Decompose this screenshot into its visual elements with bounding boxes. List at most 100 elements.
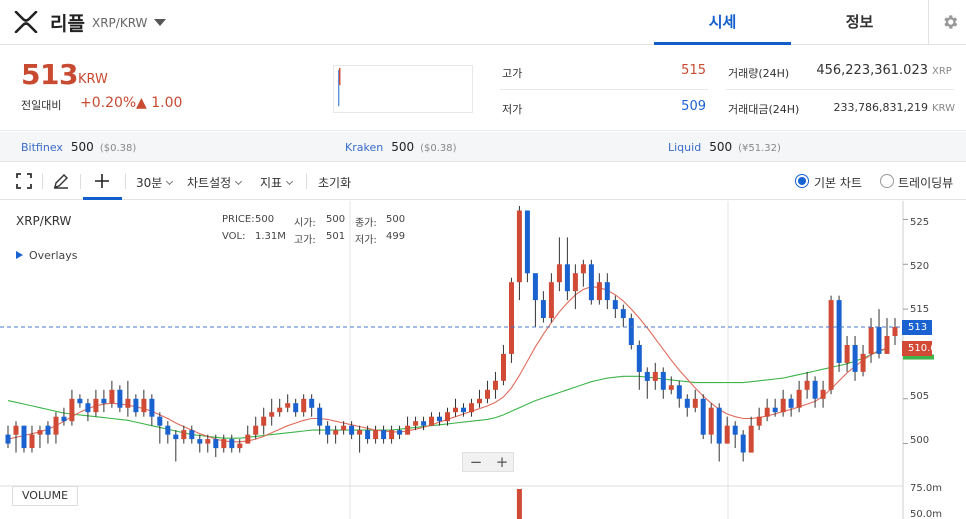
- candle-body: [125, 398, 131, 408]
- candle-body: [764, 407, 770, 417]
- change-amount: ▲ 1.00: [136, 95, 183, 111]
- interval-dropdown[interactable]: 30분: [136, 174, 174, 191]
- candle-body: [772, 407, 778, 413]
- candle-body: [884, 336, 890, 354]
- candle-body: [620, 309, 626, 319]
- stat-divider: [500, 89, 708, 90]
- candle-body: [437, 416, 442, 422]
- candle-body: [756, 416, 762, 426]
- candle-body: [716, 407, 722, 444]
- candle-body: [740, 434, 746, 453]
- candle-body: [21, 425, 27, 449]
- header-divider: [928, 0, 929, 45]
- ohlc-low-value: 499: [386, 231, 406, 242]
- current-price: 513: [21, 58, 78, 91]
- overlays-toggle[interactable]: Overlays: [16, 249, 78, 262]
- candle-body: [221, 439, 227, 449]
- candle-body: [421, 421, 427, 426]
- candle-body: [341, 425, 347, 431]
- volume-24h-value: 456,223,361.023: [816, 63, 928, 78]
- last-price-tag: 513: [902, 319, 932, 335]
- tradingview-radio[interactable]: [880, 174, 894, 188]
- xrp-logo-icon: [14, 11, 38, 33]
- candle-body: [532, 273, 538, 301]
- crosshair-icon[interactable]: [94, 173, 110, 189]
- zoom-out-button[interactable]: −: [463, 453, 489, 473]
- exchange-liquid[interactable]: Liquid 500 (¥51.32): [668, 140, 781, 154]
- candle-body: [732, 425, 738, 435]
- tab-info[interactable]: 정보: [791, 0, 928, 45]
- candle-body: [852, 345, 858, 372]
- exchange-kraken[interactable]: Kraken 500 ($0.38): [345, 140, 457, 154]
- candle-body: [237, 443, 243, 449]
- candle-body: [892, 327, 898, 336]
- candle-body: [245, 434, 251, 444]
- exchange-bitfinex[interactable]: Bitfinex 500 ($0.38): [21, 140, 136, 154]
- fullscreen-icon[interactable]: [16, 173, 32, 189]
- low-value: 509: [681, 99, 706, 114]
- candle-body: [277, 407, 283, 413]
- volume-tick-label: 50.0m: [910, 509, 943, 519]
- basic-chart-label[interactable]: 기본 차트: [814, 174, 862, 191]
- coin-pair[interactable]: XRP/KRW: [92, 16, 147, 30]
- candle-body: [453, 407, 458, 413]
- candle-body: [173, 434, 179, 440]
- reset-button[interactable]: 초기화: [318, 174, 351, 191]
- active-tool-indicator: [83, 197, 122, 200]
- candle-body: [181, 430, 187, 440]
- toolbar-divider: [125, 174, 126, 189]
- candle-body: [628, 318, 634, 345]
- candle-body: [708, 407, 714, 435]
- coin-name: 리플: [50, 13, 85, 35]
- price-panel: 513 KRW 전일대비 +0.20% ▲ 1.00 고가 515 저가 509…: [0, 45, 966, 131]
- candle-body: [405, 425, 411, 435]
- candle-body: [780, 398, 786, 413]
- candle-body: [692, 398, 698, 408]
- candle-body: [493, 380, 498, 390]
- candle-body: [37, 430, 43, 435]
- toolbar-divider: [80, 174, 81, 189]
- candle-body: [812, 380, 818, 399]
- candle-body: [596, 282, 602, 301]
- candle-body: [45, 425, 51, 435]
- y-tick-label: 515: [910, 304, 930, 315]
- candle-body: [644, 371, 650, 381]
- candle-body: [501, 353, 506, 381]
- candle-body: [580, 264, 586, 274]
- indicators-dropdown[interactable]: 지표: [260, 174, 294, 191]
- candle-body: [285, 403, 291, 408]
- candle-body: [165, 425, 171, 435]
- candle-body: [556, 264, 562, 283]
- candle-body: [524, 210, 530, 274]
- candle-body: [588, 264, 594, 301]
- candle-body: [149, 398, 155, 417]
- candle-body: [469, 403, 474, 413]
- gear-icon[interactable]: [941, 13, 959, 31]
- caret-down-icon[interactable]: [154, 19, 166, 26]
- high-label: 고가: [502, 67, 523, 80]
- volume-tick-label: 75.0m: [910, 483, 943, 494]
- candle-body: [445, 412, 450, 422]
- chevron-down-icon: [166, 177, 174, 186]
- zoom-in-button[interactable]: +: [489, 453, 515, 473]
- high-value: 515: [681, 63, 706, 78]
- ohlc-vol-value: 1.31M: [255, 231, 286, 242]
- candle-body: [860, 353, 866, 372]
- tab-price[interactable]: 시세: [654, 0, 791, 45]
- candle-body: [301, 398, 307, 413]
- candle-body: [700, 398, 706, 435]
- chart-settings-dropdown[interactable]: 차트설정: [187, 174, 243, 191]
- candle-body: [261, 416, 267, 426]
- candle-body: [85, 403, 91, 413]
- candle-body: [117, 389, 123, 408]
- exchange-prices-bar: Bitfinex 500 ($0.38) Kraken 500 ($0.38) Liqu…: [0, 132, 966, 162]
- candle-body: [804, 380, 810, 390]
- change-percent: +0.20%: [80, 95, 137, 111]
- candle-body: [325, 425, 331, 435]
- pencil-icon[interactable]: [53, 173, 69, 189]
- candle-body: [540, 300, 546, 318]
- price-chart[interactable]: XRP/KRW Overlays PRICE: 500 시가: 500 종가: …: [0, 201, 966, 519]
- tradingview-label[interactable]: 트레이딩뷰: [898, 174, 953, 191]
- candle-body: [381, 430, 387, 440]
- basic-chart-radio[interactable]: [795, 174, 809, 188]
